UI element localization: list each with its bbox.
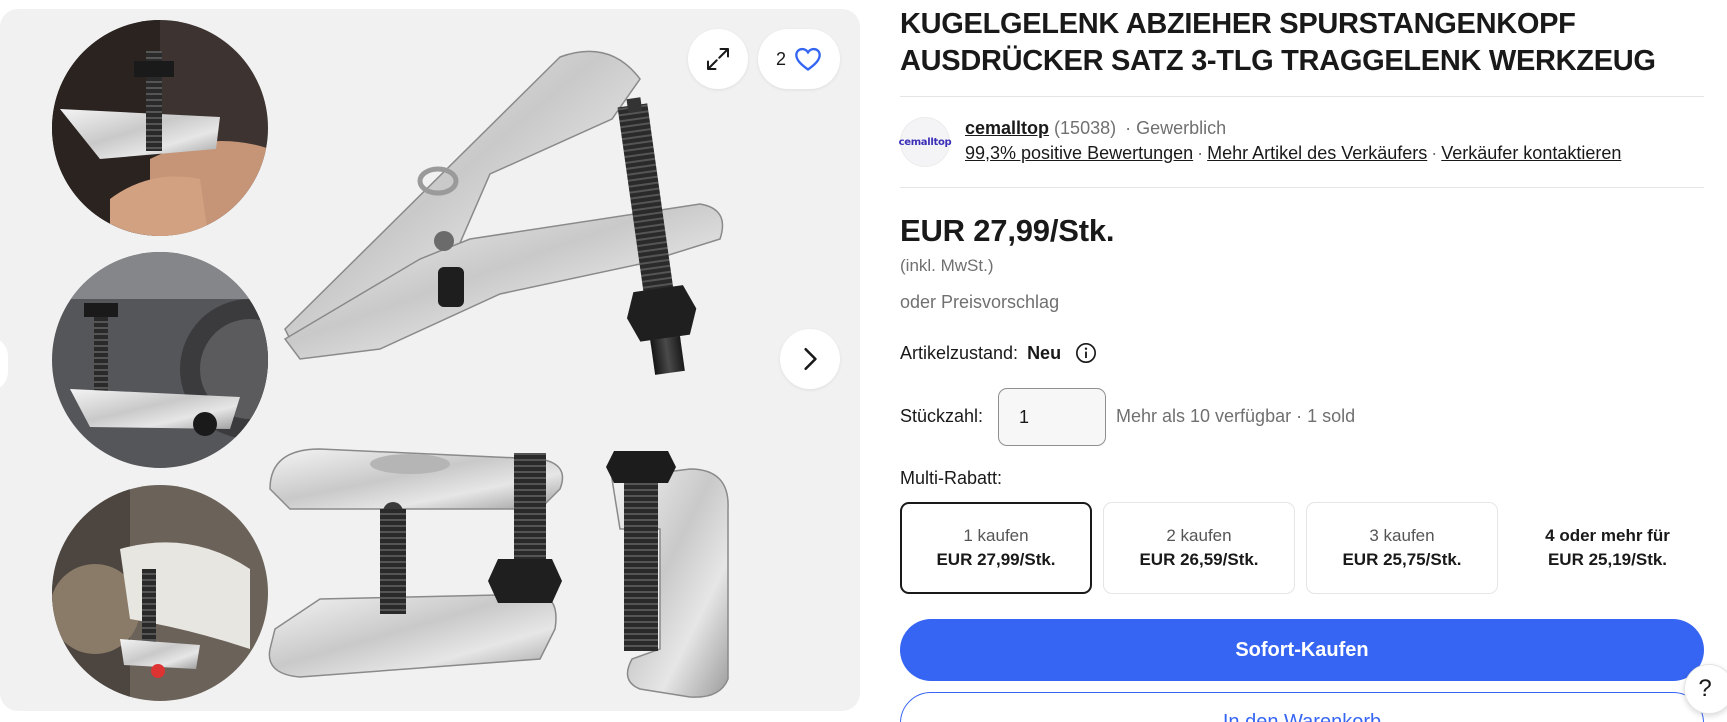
- discount-tier-2[interactable]: 2 kaufen EUR 26,59/Stk.: [1103, 502, 1295, 594]
- tier-price: EUR 27,99/Stk.: [936, 550, 1056, 569]
- add-to-cart-label: In den Warenkorb: [1222, 711, 1382, 722]
- separator-dot: ·: [1197, 143, 1204, 163]
- image-gallery[interactable]: 2: [0, 9, 860, 711]
- seller-rating-count: (15038): [1054, 118, 1117, 138]
- product-title: KUGELGELENK ABZIEHER SPURSTANGENKOPF AUS…: [900, 8, 1656, 77]
- tier-quantity: 2 kaufen: [1166, 526, 1232, 545]
- separator-dot: ·: [1431, 143, 1438, 163]
- divider: [900, 187, 1704, 188]
- seller-logo[interactable]: cemalltop: [898, 117, 952, 167]
- seller-logo-text: cemalltop: [898, 136, 952, 148]
- condition-label: Artikelzustand:: [900, 342, 1019, 363]
- heart-icon: [795, 47, 821, 71]
- product-image[interactable]: [0, 9, 860, 711]
- tier-quantity: 1 kaufen: [963, 526, 1029, 545]
- inset-photo-2: [52, 252, 268, 468]
- tool-medium: [268, 448, 564, 678]
- add-to-cart-button[interactable]: In den Warenkorb: [900, 692, 1704, 722]
- seller-links: 99,3% positive Bewertungen · Mehr Artikel …: [965, 143, 1621, 164]
- tool-small: [606, 451, 729, 698]
- separator-dot: ·: [1125, 118, 1132, 138]
- multi-discount-label: Multi-Rabatt:: [900, 468, 1003, 488]
- inset-photo-3: [52, 485, 268, 701]
- availability-text: Mehr als 10 verfügbar · 1 sold: [1116, 406, 1356, 426]
- price: EUR 27,99/Stk.: [900, 213, 1115, 248]
- inset-photo-1: [52, 20, 268, 236]
- quantity-input[interactable]: [998, 388, 1106, 446]
- tier-price: EUR 25,75/Stk.: [1342, 550, 1462, 569]
- watchlist-button[interactable]: 2: [758, 29, 840, 89]
- discount-tier-4: 4 oder mehr für EUR 25,19/Stk.: [1510, 502, 1705, 594]
- tier-quantity: 4 oder mehr für: [1545, 526, 1670, 545]
- tool-large: [283, 50, 724, 375]
- vat-note: (inkl. MwSt.): [900, 256, 994, 275]
- expand-icon: [707, 48, 729, 70]
- tier-price: EUR 25,19/Stk.: [1547, 550, 1668, 569]
- condition-value: Neu: [1027, 342, 1062, 363]
- discount-tier-3[interactable]: 3 kaufen EUR 25,75/Stk.: [1306, 502, 1498, 594]
- tier-price: EUR 26,59/Stk.: [1139, 550, 1259, 569]
- buy-now-button[interactable]: Sofort-Kaufen: [900, 619, 1704, 681]
- expand-button[interactable]: [688, 29, 748, 89]
- seller-info: cemalltop (15038) · Gewerblich: [965, 118, 1226, 139]
- info-icon[interactable]: [1075, 342, 1097, 364]
- seller-name-link[interactable]: cemalltop: [965, 118, 1049, 138]
- favorite-count: 2: [775, 48, 786, 69]
- contact-seller-link[interactable]: Verkäufer kontaktieren: [1441, 143, 1621, 163]
- best-offer-text: oder Preisvorschlag: [900, 292, 1060, 312]
- condition-row: Artikelzustand: Neu: [900, 342, 1097, 364]
- seller-type: Gewerblich: [1136, 118, 1227, 138]
- tier-quantity: 3 kaufen: [1369, 526, 1435, 545]
- chevron-right-icon: [804, 347, 817, 371]
- quantity-label: Stückzahl:: [900, 406, 984, 426]
- next-image-button[interactable]: [780, 329, 840, 389]
- seller-feedback-link[interactable]: 99,3% positive Bewertungen: [965, 143, 1193, 163]
- seller-more-items-link[interactable]: Mehr Artikel des Verkäufers: [1207, 143, 1427, 163]
- discount-tier-1[interactable]: 1 kaufen EUR 27,99/Stk.: [900, 502, 1092, 594]
- help-button[interactable]: ?: [1684, 664, 1727, 714]
- divider: [900, 96, 1704, 97]
